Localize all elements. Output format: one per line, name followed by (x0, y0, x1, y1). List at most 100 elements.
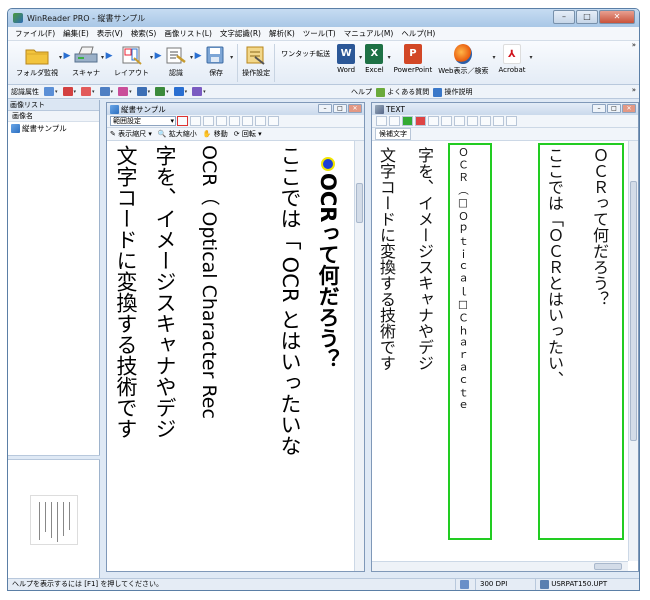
powerpoint-button[interactable]: P PowerPoint (394, 44, 432, 74)
menu-analysis[interactable]: 解析(K) (265, 28, 299, 39)
text-vertical-scrollbar[interactable] (628, 141, 638, 561)
char-attr-icon[interactable] (81, 87, 92, 96)
delete-icon[interactable] (229, 116, 240, 126)
dropdown-arrow-icon[interactable]: ▾ (492, 44, 495, 61)
copy-icon[interactable] (242, 116, 253, 126)
excel-icon: X (365, 44, 384, 64)
line-attr-icon[interactable] (99, 87, 110, 96)
minimize-button[interactable]: – (553, 10, 575, 24)
text-window-maximize[interactable]: □ (607, 104, 621, 113)
attribute-toolbar: 認識属性 ▾ ▾ ▾ ▾ ▾ ▾ ▾ ▾ ▾ ヘルプ よくある質問 操作説明 » (8, 85, 639, 99)
web-search-button[interactable]: Web表示／検索 (438, 44, 488, 76)
color-icon[interactable] (402, 116, 413, 126)
recognize-button[interactable]: 認識 (163, 44, 189, 78)
dropdown-arrow-icon[interactable]: ▾ (359, 44, 362, 61)
menu-help[interactable]: ヘルプ(H) (397, 28, 439, 39)
image-vertical-scrollbar[interactable] (354, 141, 364, 571)
range-setting-select[interactable]: 範囲設定 (110, 116, 176, 126)
spell-icon[interactable] (454, 116, 465, 126)
list-item[interactable]: 縦書サンプル (8, 122, 99, 134)
text-horizontal-scrollbar[interactable] (372, 561, 628, 571)
print-icon[interactable] (506, 116, 517, 126)
text-hscroll-thumb[interactable] (594, 563, 622, 570)
image-window-close[interactable]: ✕ (348, 104, 362, 113)
recognize-icon (166, 47, 186, 64)
table-icon[interactable] (190, 116, 201, 126)
recognized-text-view[interactable]: ＯＣＲって何だろう？ ここでは「ＯＣＲとはいったい、 ＯＣＲ（□Ｏｐｔｉｃａｌ□… (372, 141, 628, 568)
menu-tools[interactable]: ツール(T) (299, 28, 340, 39)
direction-attr-icon[interactable] (136, 87, 147, 96)
app-window: WinReader PRO - 縦書サンプル – □ ✕ ファイル(F) 編集(… (7, 8, 640, 591)
enlarge-button[interactable]: 🔍 拡大縮小 (158, 129, 197, 139)
text-window-close[interactable]: ✕ (622, 104, 636, 113)
faq-button[interactable]: よくある質問 (376, 87, 429, 97)
candidate-toolbar: 候補文字 (372, 128, 638, 141)
window-title: WinReader PRO - 縦書サンプル (27, 13, 146, 23)
rotate-icon: ⟳ (233, 130, 240, 138)
save-label: 保存 (209, 69, 224, 77)
recognized-text-column: 字を、イメージスキャナやデジ (415, 147, 434, 371)
rotate-button[interactable]: ⟳ 回転 ▾ (234, 129, 262, 139)
font-icon[interactable] (389, 116, 400, 126)
menu-recognition[interactable]: 文字認識(R) (216, 28, 265, 39)
list-attr-icon[interactable] (155, 87, 166, 96)
move-button[interactable]: ✋ 移動 (203, 129, 228, 139)
vertical-attr-icon[interactable] (173, 87, 184, 96)
image-window-maximize[interactable]: □ (333, 104, 347, 113)
image-window-minimize[interactable]: – (318, 104, 332, 113)
image-text-column: 文字コードに変換する技術です (114, 145, 138, 439)
hand-icon: ✋ (202, 130, 212, 138)
ruby-attr-icon[interactable] (192, 87, 203, 96)
candidate-char-button[interactable]: 候補文字 (375, 128, 411, 140)
area-select-icon[interactable] (177, 116, 188, 126)
scanned-image-view[interactable]: OCRって何だろう？ ここでは「 OCR とはいったいな OCR（ Optica… (107, 141, 355, 571)
dropdown-arrow-icon[interactable]: ▾ (388, 44, 391, 61)
char-type-icon[interactable] (467, 116, 478, 126)
zoom-scale-button[interactable]: ✎ 表示縮尺 ▾ (110, 129, 152, 139)
menu-file[interactable]: ファイル(F) (11, 28, 59, 39)
word-button[interactable]: W Word (337, 44, 356, 74)
text-scroll-thumb[interactable] (630, 181, 637, 441)
excel-button[interactable]: X Excel (365, 44, 384, 74)
image-icon[interactable] (203, 116, 214, 126)
text-window-minimize[interactable]: – (592, 104, 606, 113)
operation-settings-button[interactable]: 操作設定 (242, 44, 270, 78)
find-icon[interactable] (428, 116, 439, 126)
paste-icon[interactable] (255, 116, 266, 126)
folder-watch-button[interactable]: フォルダ監視 (16, 44, 58, 78)
close-button[interactable]: ✕ (599, 10, 635, 24)
recognized-text-column: ＯＣＲ（□Ｏｐｔｉｃａｌ□Ｃｈａｒａｃｔｅ (457, 147, 469, 413)
maximize-button[interactable]: □ (576, 10, 598, 24)
layout-mode-icon[interactable] (493, 116, 504, 126)
replace-icon[interactable] (441, 116, 452, 126)
panel-splitter[interactable] (8, 455, 100, 460)
image-scroll-thumb[interactable] (356, 183, 363, 223)
toolbar2-overflow-icon[interactable]: » (632, 86, 636, 94)
edit-icon[interactable] (376, 116, 387, 126)
image-text-column: OCR（ Optical Character Rec (198, 145, 220, 419)
layout-button[interactable]: レイアウト (114, 44, 149, 78)
view-mode-icon[interactable] (480, 116, 491, 126)
block-icon[interactable] (216, 116, 227, 126)
font-attr-icon[interactable] (118, 87, 129, 96)
scanner-button[interactable]: スキャナ (72, 44, 100, 78)
font-size-icon[interactable] (268, 116, 279, 126)
dropdown-arrow-icon[interactable]: ▾ (529, 44, 532, 61)
word-icon: W (337, 44, 356, 64)
highlight-icon[interactable] (415, 116, 426, 126)
page-thumbnail[interactable] (30, 495, 78, 545)
menu-search[interactable]: 検索(S) (127, 28, 161, 39)
toolbar-overflow-icon[interactable]: » (632, 41, 636, 49)
image-name-column[interactable]: 画像名 (8, 111, 99, 122)
menu-view[interactable]: 表示(V) (93, 28, 127, 39)
menu-manual[interactable]: マニュアル(M) (340, 28, 398, 39)
menu-edit[interactable]: 編集(E) (59, 28, 93, 39)
grid-attr-icon[interactable] (44, 87, 54, 96)
text-attr-icon[interactable] (62, 87, 73, 96)
menu-image-list[interactable]: 画像リスト(L) (160, 28, 216, 39)
operation-guide-button[interactable]: 操作説明 (433, 87, 472, 97)
recognition-attribute-label: 認識属性 (11, 87, 39, 96)
dropdown-arrow-icon[interactable]: ▾ (230, 44, 233, 61)
acrobat-button[interactable]: ⅄ Acrobat (498, 44, 525, 74)
save-button[interactable]: 保存 (203, 44, 229, 78)
